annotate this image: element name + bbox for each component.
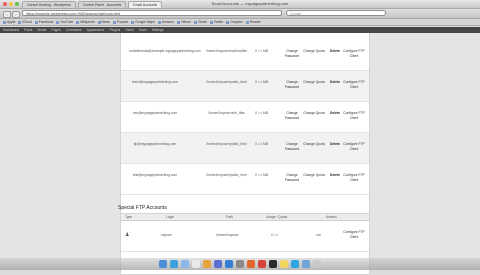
address-toolbar: ‹ › https://example.partnerblog.com:2083… <box>0 9 480 19</box>
login-cell: myuser <box>161 233 172 237</box>
change-quota-link[interactable]: Change Quota <box>303 49 325 54</box>
quota-cell: 0 / ∞ MB <box>255 111 268 115</box>
configure-client-link[interactable]: Configure FTP Client <box>343 142 365 151</box>
calendar-icon[interactable] <box>192 260 200 268</box>
bookmark-item[interactable]: Amazon <box>158 19 174 25</box>
email-cell: rocklifemedia@example.mypagepartnerblog.… <box>129 49 201 53</box>
itunes-icon[interactable] <box>214 260 222 268</box>
window-controls <box>3 2 19 6</box>
path-cell: /home4/myuser/public_html <box>206 80 247 84</box>
bookmark-item[interactable]: Yahoo! <box>177 19 191 25</box>
bookmark-item[interactable]: Google Maps <box>131 19 155 25</box>
table-row: rocklifemedia@example.mypagepartnerblog.… <box>121 40 369 71</box>
appstore-icon[interactable] <box>225 260 233 268</box>
notes-icon[interactable] <box>280 260 288 268</box>
change-password-link[interactable]: Change Password <box>281 173 303 182</box>
mail-icon[interactable] <box>181 260 189 268</box>
path-cell: /home4/myuser/mail/rocklife <box>205 49 248 53</box>
email-cell: test1@mypagepartnerblog.com <box>131 80 179 84</box>
bookmark-item[interactable]: Popular <box>113 19 128 25</box>
table-header: Type Login Path Usage / Quota Actions <box>121 214 369 221</box>
change-quota-link[interactable]: Change Quota <box>303 173 325 178</box>
configure-client-link[interactable]: Configure FTP Client <box>343 111 365 120</box>
bookmarks-bar: Apple iCloud Facebook YouTube Wikipedia … <box>0 19 480 26</box>
column-header: Usage / Quota <box>266 215 288 219</box>
page-content: rocklifemedia@example.mypagepartnerblog.… <box>0 33 480 275</box>
quota-cell: 0 / ∞ MB <box>255 142 268 146</box>
email-cell: info@mypagepartnerblog.com <box>132 111 178 115</box>
zoom-icon[interactable] <box>15 2 19 6</box>
change-quota-link[interactable]: Change Quota <box>303 142 325 147</box>
table-row: test@mypagepartnerblog.com /home4/myuser… <box>121 164 369 195</box>
close-icon[interactable] <box>3 2 7 6</box>
configure-client-link[interactable]: Configure FTP Client <box>343 80 365 89</box>
change-password-link[interactable]: Change Password <box>281 49 303 58</box>
skype-icon[interactable] <box>291 260 299 268</box>
terminal-icon[interactable] <box>269 260 277 268</box>
table-row: test1@mypagepartnerblog.com /home4/myuse… <box>121 71 369 102</box>
title-bar: Cancel Hosting - Wordpress Control Panel… <box>0 0 480 9</box>
column-header: Type <box>125 215 133 219</box>
bookmark-item[interactable]: Dropbox <box>226 19 242 25</box>
quota-cell: 0 / ∞ MB <box>255 173 268 177</box>
change-quota-link[interactable]: Change Quota <box>303 111 325 116</box>
tab-1[interactable]: Cancel Hosting - Wordpress <box>22 1 76 8</box>
tab-2[interactable]: Control Panel - Accounts <box>77 1 127 8</box>
quota-cell: 0 / ∞ <box>271 233 278 237</box>
table-row: info@mypagepartnerblog.com /home4/myuser… <box>121 102 369 133</box>
photos-icon[interactable] <box>203 260 211 268</box>
forward-button[interactable]: › <box>12 11 20 18</box>
path-cell: /home4/myuser/public_html <box>206 142 247 146</box>
column-header: Actions <box>326 215 337 219</box>
configure-client-link[interactable]: Configure FTP Client <box>343 230 365 239</box>
window-title: Email Accounts — mypagepartnerblog.com <box>211 1 289 6</box>
column-header: Path <box>226 215 233 219</box>
firefox-icon[interactable] <box>247 260 255 268</box>
change-password-link[interactable]: Change Password <box>281 80 303 89</box>
special-section-title: Special FTP Accounts <box>118 205 167 211</box>
email-cell: test@mypagepartnerblog.com <box>132 173 178 177</box>
bookmark-item[interactable]: YouTube <box>56 19 73 25</box>
folder-icon[interactable] <box>302 260 310 268</box>
email-cell: ftp@mypagepartnerblog.com <box>133 142 177 146</box>
email-accounts-table: rocklifemedia@example.mypagepartnerblog.… <box>120 33 370 226</box>
url-field[interactable]: https://example.partnerblog.com:2083/cps… <box>22 10 282 16</box>
tab-3[interactable]: Email Accounts <box>128 1 163 8</box>
path-cell: /home4/myuser/info_files <box>208 111 245 115</box>
bookmark-item[interactable]: Reader <box>246 19 261 25</box>
bookmark-item[interactable]: News <box>98 19 110 25</box>
change-quota-link[interactable]: Change Quota <box>303 80 325 85</box>
bookmark-item[interactable]: Gmail <box>194 19 207 25</box>
table-row: ftp@mypagepartnerblog.com /home4/myuser/… <box>121 133 369 164</box>
path-cell: /home4/myuser/public_html <box>206 173 247 177</box>
back-button[interactable]: ‹ <box>3 11 11 18</box>
search-input[interactable]: Google <box>286 10 386 16</box>
trash-icon[interactable] <box>313 260 321 268</box>
safari-icon[interactable] <box>170 260 178 268</box>
preferences-icon[interactable] <box>236 260 244 268</box>
column-header: Login <box>166 215 175 219</box>
chrome-icon[interactable] <box>258 260 266 268</box>
configure-client-link[interactable]: Configure FTP Client <box>343 173 365 182</box>
quota-cell: 0 / ∞ MB <box>255 49 268 53</box>
quota-cell: 0 / ∞ MB <box>255 80 268 84</box>
minimize-icon[interactable] <box>9 2 13 6</box>
bookmark-item[interactable]: Apple <box>3 19 15 25</box>
bookmark-item[interactable]: iCloud <box>18 19 31 25</box>
finder-icon[interactable] <box>159 260 167 268</box>
bookmark-item[interactable]: Twitter <box>210 19 224 25</box>
change-password-link[interactable]: Change Password <box>281 111 303 120</box>
user-icon: ♟ <box>125 232 130 238</box>
flag-cell: n/a <box>316 233 321 237</box>
change-password-link[interactable]: Change Password <box>281 142 303 151</box>
bookmark-item[interactable]: Wikipedia <box>76 19 94 25</box>
dock <box>0 258 480 270</box>
configure-client-link[interactable]: Configure FTP Client <box>343 49 365 58</box>
path-cell: /home4/myuser <box>216 233 239 237</box>
table-row: ♟ myuser /home4/myuser 0 / ∞ n/a Configu… <box>121 221 369 252</box>
bookmark-item[interactable]: Facebook <box>35 19 53 25</box>
